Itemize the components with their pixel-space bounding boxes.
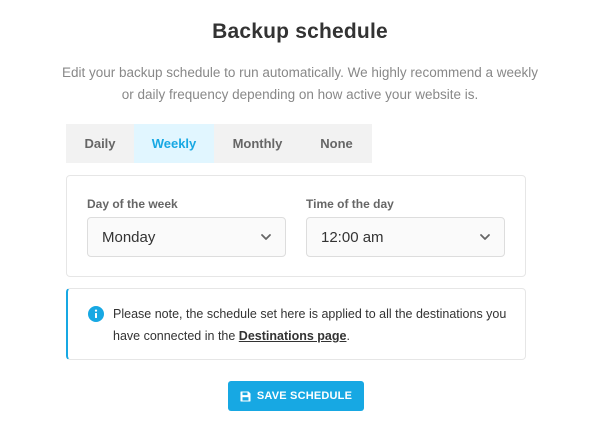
notice-text-after: .	[346, 329, 350, 343]
day-of-week-label: Day of the week	[87, 197, 178, 211]
destinations-page-link[interactable]: Destinations page	[239, 329, 347, 343]
floppy-disk-icon	[240, 391, 251, 401]
page-description: Edit your backup schedule to run automat…	[62, 65, 538, 102]
tab-monthly[interactable]: Monthly	[214, 124, 301, 163]
save-schedule-label: SAVE SCHEDULE	[256, 390, 353, 402]
time-of-day-label: Time of the day	[306, 197, 394, 211]
info-icon	[88, 306, 104, 322]
save-schedule-button[interactable]: SAVE SCHEDULE	[228, 381, 364, 411]
frequency-tabs: Daily Weekly Monthly None	[66, 124, 372, 163]
tab-none[interactable]: None	[301, 124, 372, 163]
destinations-notice: Please note, the schedule set here is ap…	[66, 288, 526, 360]
day-of-week-value: Monday	[102, 228, 156, 246]
time-of-day-select[interactable]: 12:00 am	[306, 217, 505, 257]
chevron-down-icon	[261, 234, 271, 240]
notice-text: Please note, the schedule set here is ap…	[113, 303, 513, 347]
page-title: Backup schedule	[212, 20, 388, 43]
schedule-settings-panel: Day of the week Monday Time of the day 1…	[66, 175, 526, 277]
chevron-down-icon	[480, 234, 490, 240]
tab-weekly[interactable]: Weekly	[134, 124, 214, 163]
time-of-day-value: 12:00 am	[321, 228, 384, 246]
tab-daily[interactable]: Daily	[66, 124, 134, 163]
day-of-week-select[interactable]: Monday	[87, 217, 286, 257]
